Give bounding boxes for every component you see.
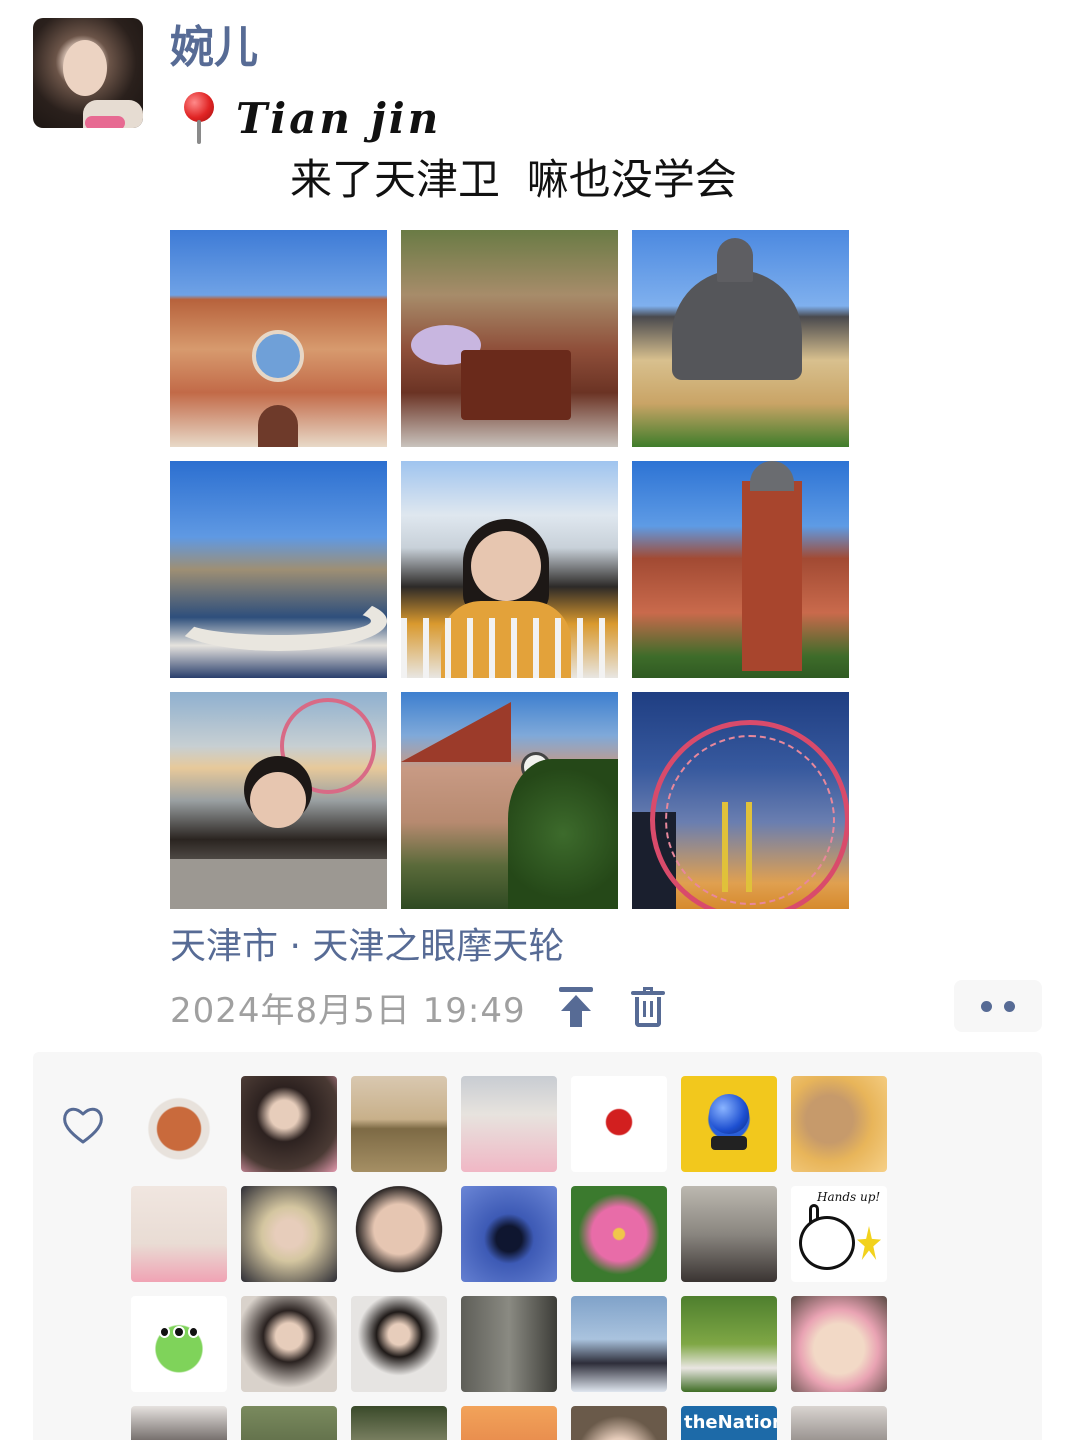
like-avatar[interactable]: [791, 1406, 887, 1440]
avatar-face: [63, 40, 107, 96]
pin-to-top-icon: [558, 987, 593, 1027]
like-avatar-label: Hands up!: [817, 1190, 881, 1204]
more-dots-icon-dot: [1004, 1000, 1015, 1012]
like-avatar[interactable]: theNationa: [681, 1406, 777, 1440]
like-avatar-label: theNationa: [684, 1412, 777, 1433]
delete-button[interactable]: [626, 985, 670, 1029]
like-avatar[interactable]: [241, 1296, 337, 1392]
location-pin-icon: [178, 90, 222, 146]
like-avatar[interactable]: [571, 1076, 667, 1172]
pin-to-top-button[interactable]: [554, 985, 598, 1029]
photo-dome-building[interactable]: [632, 230, 849, 447]
like-avatar[interactable]: [681, 1076, 777, 1172]
like-avatar[interactable]: [131, 1406, 227, 1440]
post-meta-row: 2024年8月5日 19:49: [170, 982, 670, 1032]
like-avatar[interactable]: [351, 1296, 447, 1392]
like-avatar[interactable]: [241, 1186, 337, 1282]
like-avatar[interactable]: [351, 1186, 447, 1282]
post-location-line: Tian jin: [178, 90, 441, 146]
likes-panel: Hands up! theNationa: [33, 1052, 1042, 1440]
like-avatar[interactable]: [461, 1186, 557, 1282]
like-avatar[interactable]: [461, 1076, 557, 1172]
like-avatar[interactable]: [571, 1186, 667, 1282]
like-avatar[interactable]: [791, 1296, 887, 1392]
like-avatar[interactable]: [351, 1076, 447, 1172]
post-location-text: Tian jin: [236, 93, 442, 143]
heart-outline-icon: [63, 1107, 103, 1144]
photo-grid: [170, 230, 850, 910]
photo-ferris-wheel-selfie[interactable]: [170, 692, 387, 909]
more-dots-icon: [981, 1000, 992, 1012]
post-place-link[interactable]: 天津市 · 天津之眼摩天轮: [170, 920, 564, 974]
like-avatar[interactable]: Hands up!: [791, 1186, 887, 1282]
like-avatar[interactable]: [571, 1296, 667, 1392]
like-avatar[interactable]: [571, 1406, 667, 1440]
photo-church[interactable]: [170, 230, 387, 447]
more-actions-button[interactable]: [954, 980, 1042, 1032]
photo-clock-building[interactable]: [401, 692, 618, 909]
user-avatar[interactable]: [33, 18, 143, 128]
photo-red-tower[interactable]: [632, 461, 849, 678]
avatar-pillow: [85, 116, 125, 128]
trash-icon: [630, 987, 665, 1027]
username[interactable]: 婉儿: [170, 20, 258, 76]
like-avatar[interactable]: [131, 1186, 227, 1282]
like-avatar[interactable]: [791, 1076, 887, 1172]
like-avatar[interactable]: [241, 1076, 337, 1172]
photo-river-selfie[interactable]: [401, 461, 618, 678]
like-avatar[interactable]: [131, 1076, 227, 1172]
like-avatar[interactable]: [681, 1186, 777, 1282]
like-avatar[interactable]: [241, 1406, 337, 1440]
like-avatar[interactable]: [351, 1406, 447, 1440]
like-avatar[interactable]: [461, 1296, 557, 1392]
photo-piano-garden[interactable]: [401, 230, 618, 447]
post-caption: 来了天津卫 嘛也没学会: [290, 155, 737, 204]
like-avatar[interactable]: [131, 1296, 227, 1392]
like-avatar-grid: Hands up! theNationa: [131, 1076, 891, 1440]
like-avatar[interactable]: [681, 1296, 777, 1392]
post-timestamp: 2024年8月5日 19:49: [170, 990, 526, 1031]
photo-tianjin-eye[interactable]: [632, 692, 849, 909]
like-avatar[interactable]: [461, 1406, 557, 1440]
photo-china-house[interactable]: [170, 461, 387, 678]
